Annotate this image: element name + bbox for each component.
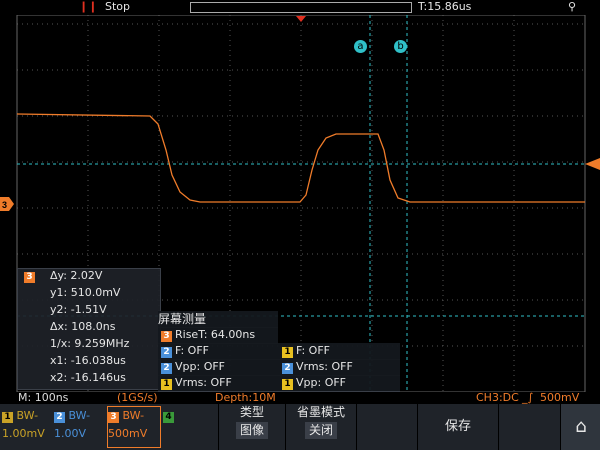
cursor-measurement-panel: 3 Δy: 2.02V y1: 510.0mV y2: -1.51V Δx: 1… (17, 268, 161, 390)
trigger-level[interactable]: 500mV (540, 391, 579, 404)
y2-value: y2: -1.51V (50, 303, 107, 316)
rise-time-row: 3 RiseT: 64.00ns (158, 327, 278, 344)
trigger-time: T:15.86us (418, 0, 472, 13)
cursor-a-label[interactable]: a (354, 40, 367, 53)
delta-x: Δx: 108.0ns (50, 320, 116, 333)
usb-icon: ⚲ (568, 0, 577, 13)
status-line: M: 100ns (1GS/s) Depth:10M CH3:DC _∫ 500… (0, 391, 600, 404)
measure-row-3-left: 1 Vrms: OFF (158, 375, 279, 392)
measure-row-2-right: 2 Vrms: OFF (279, 359, 400, 376)
screen-measure-title: 屏幕测量 (158, 311, 278, 328)
bottom-menu-bar: 1 BW- 1.00mV 2 BW- 1.00V 3 BW- 500mV 4 类型 图像… (0, 404, 600, 450)
run-state[interactable]: Stop (105, 0, 130, 13)
measure-row-2-left: 2 Vpp: OFF (158, 359, 279, 376)
memory-depth[interactable]: Depth:10M (215, 391, 276, 404)
ink-save-mode-button[interactable]: 省墨模式 关闭 (285, 404, 356, 450)
sample-rate: (1GS/s) (117, 391, 158, 404)
measure-row-1-right: 1 F: OFF (279, 343, 400, 360)
measure-row-1-left: 2 F: OFF (158, 343, 279, 360)
save-button[interactable]: 保存 (417, 404, 498, 450)
empty-softkey-2[interactable] (498, 404, 559, 450)
top-status-bar: ❙❙ Stop T:15.86us ⚲ (0, 0, 600, 15)
memory-position-bar[interactable] (190, 2, 412, 13)
channel-2-status[interactable]: 2 BW- 1.00V (54, 407, 104, 447)
svg-text:3: 3 (2, 200, 7, 210)
ch3-badge: 3 (24, 272, 35, 283)
inverse-x: 1/x: 9.259MHz (50, 337, 130, 350)
home-icon[interactable]: ⌂ (560, 404, 600, 450)
timebase[interactable]: M: 100ns (18, 391, 68, 404)
screen-measurement-panel: 屏幕测量 3 RiseT: 64.00ns 2 F: OFF 1 F: OFF 2 Vp… (158, 311, 400, 392)
measure-row-3-right: 1 Vpp: OFF (279, 375, 400, 392)
cursor-b-label[interactable]: b (394, 40, 407, 53)
channel-4-status[interactable]: 4 (163, 407, 213, 447)
x2-value: x2: -16.146us (50, 371, 126, 384)
delta-y: Δy: 2.02V (50, 269, 103, 282)
trigger-channel[interactable]: CH3:DC (476, 391, 519, 404)
x1-value: x1: -16.038us (50, 354, 126, 367)
type-button[interactable]: 类型 图像 (218, 404, 285, 450)
empty-softkey[interactable] (356, 404, 417, 450)
y1-value: y1: 510.0mV (50, 286, 121, 299)
trigger-edge-icon: _∫ (522, 391, 534, 404)
channel-1-status[interactable]: 1 BW- 1.00mV (2, 407, 52, 447)
stop-icon: ❙❙ (79, 0, 98, 13)
channel-3-status[interactable]: 3 BW- 500mV (107, 406, 161, 448)
